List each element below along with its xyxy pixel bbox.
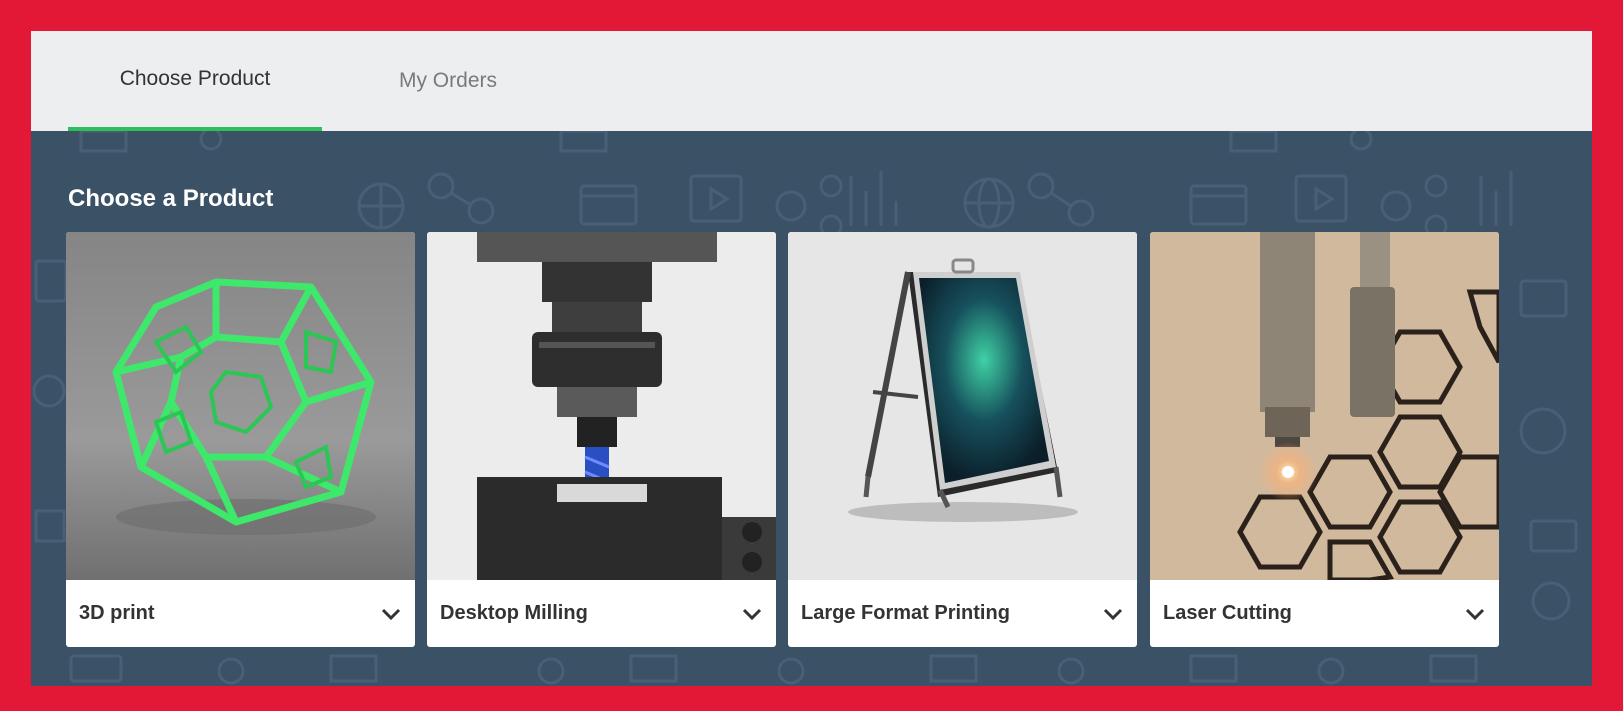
- section-title: Choose a Product: [68, 185, 274, 212]
- product-footer: Desktop Milling: [427, 580, 776, 647]
- product-card-3d-print[interactable]: 3D print: [66, 232, 415, 647]
- chevron-down-icon[interactable]: [1101, 602, 1125, 626]
- product-card-laser-cutting[interactable]: Laser Cutting: [1150, 232, 1499, 647]
- chevron-down-icon[interactable]: [1463, 602, 1487, 626]
- product-label: Laser Cutting: [1163, 602, 1292, 624]
- product-image-3d-print: [66, 232, 415, 580]
- tab-choose-product[interactable]: Choose Product: [68, 31, 322, 131]
- product-footer: Large Format Printing: [788, 580, 1137, 647]
- product-card-large-format-printing[interactable]: Large Format Printing: [788, 232, 1137, 647]
- product-image-laser-cutting: [1150, 232, 1499, 580]
- product-image-desktop-milling: [427, 232, 776, 580]
- app-frame: Choose Product My Orders Choose a Produc…: [31, 31, 1592, 686]
- product-footer: 3D print: [66, 580, 415, 647]
- product-label: Desktop Milling: [440, 602, 588, 624]
- chevron-down-icon[interactable]: [740, 602, 764, 626]
- chevron-down-icon[interactable]: [379, 602, 403, 626]
- product-card-desktop-milling[interactable]: Desktop Milling: [427, 232, 776, 647]
- tab-bar: Choose Product My Orders: [31, 31, 1592, 131]
- product-image-large-format-printing: [788, 232, 1137, 580]
- product-label: Large Format Printing: [801, 602, 1010, 624]
- product-label: 3D print: [79, 602, 155, 624]
- tab-my-orders[interactable]: My Orders: [322, 31, 574, 131]
- product-footer: Laser Cutting: [1150, 580, 1499, 647]
